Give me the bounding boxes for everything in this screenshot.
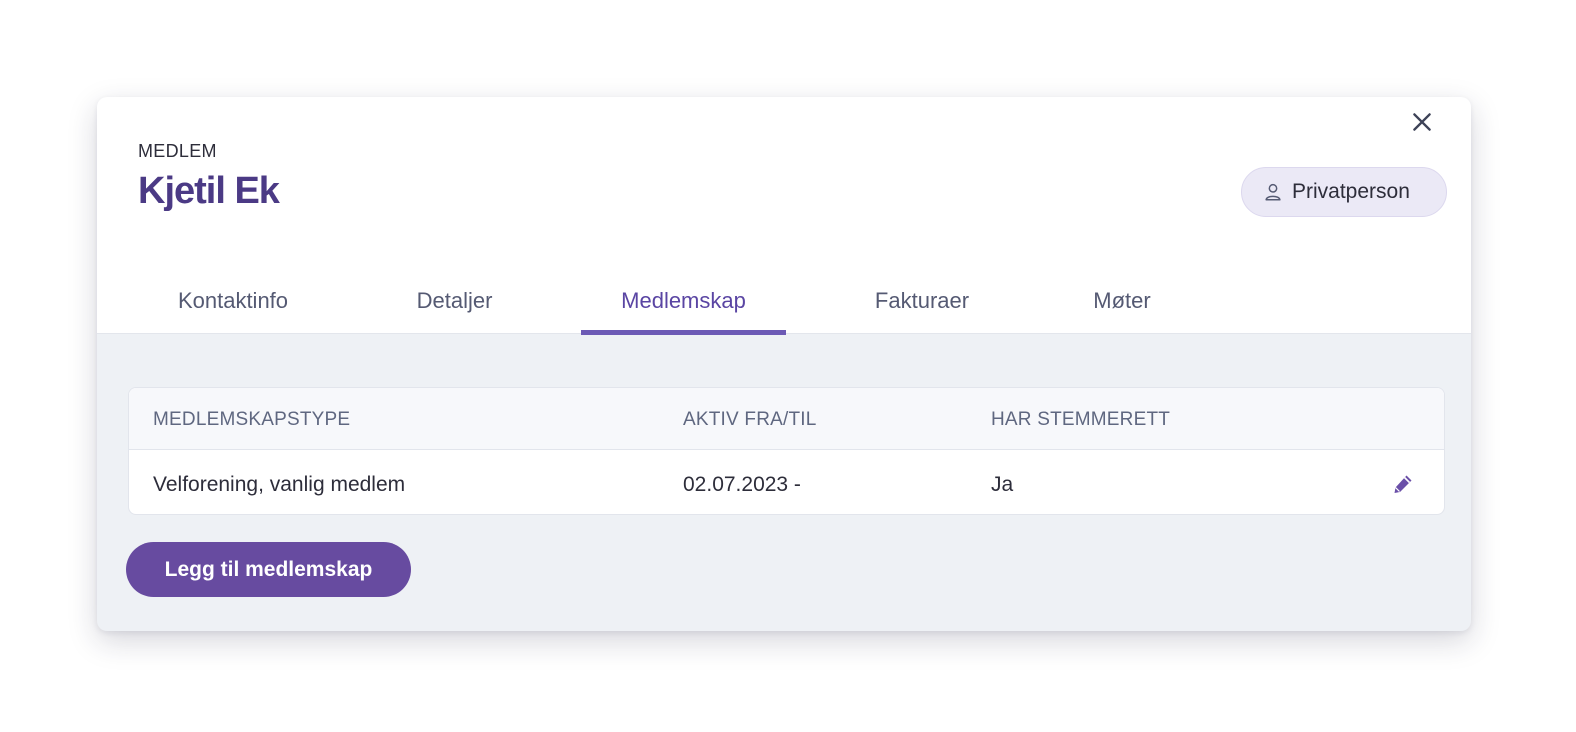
column-header-type: MEDLEMSKAPSTYPE [153,409,351,430]
close-icon [1413,113,1431,131]
add-membership-button[interactable]: Legg til medlemskap [126,542,411,597]
voting-right-cell: Ja [991,473,1014,496]
table-header: MEDLEMSKAPSTYPE AKTIV FRA/TIL HAR STEMME… [129,388,1444,450]
badge-label: Privatperson [1292,180,1410,203]
dialog-header: MEDLEM Kjetil Ek Privatperson Kontaktinf… [97,97,1471,335]
membership-type-cell: Velforening, vanlig medlem [153,473,406,496]
tab-fakturaer[interactable]: Fakturaer [842,267,1002,334]
tab-medlemskap[interactable]: Medlemskap [581,267,786,335]
close-button[interactable] [1409,109,1435,135]
pencil-icon [1394,475,1412,493]
tab-detaljer[interactable]: Detaljer [382,267,527,334]
user-icon [1262,181,1284,203]
page-title: Kjetil Ek [138,170,280,212]
column-header-active-period: AKTIV FRA/TIL [683,409,817,430]
edit-membership-button[interactable] [1391,472,1417,498]
tab-kontaktinfo[interactable]: Kontaktinfo [142,267,324,334]
memberships-table: MEDLEMSKAPSTYPE AKTIV FRA/TIL HAR STEMME… [128,387,1445,515]
column-header-voting-right: HAR STEMMERETT [991,409,1171,430]
tab-bar: Kontaktinfo Detaljer Medlemskap Fakturae… [97,267,1471,335]
member-dialog: MEDLEM Kjetil Ek Privatperson Kontaktinf… [97,97,1471,631]
person-type-badge: Privatperson [1241,167,1447,217]
tab-moter[interactable]: Møter [1062,267,1182,334]
active-period-cell: 02.07.2023 - [683,473,801,496]
dialog-kicker: MEDLEM [138,141,217,161]
